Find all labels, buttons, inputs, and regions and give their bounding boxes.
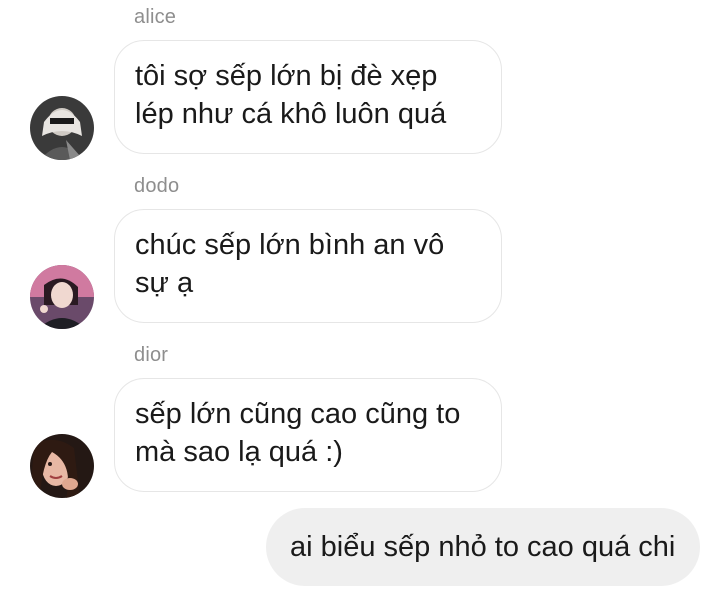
avatar[interactable] xyxy=(30,96,94,160)
own-message-bubble[interactable]: ai biểu sếp nhỏ to cao quá chi xyxy=(266,508,700,586)
chat-thread: alice tôi sợ sếp lớn bị đè xẹp lép như c… xyxy=(0,0,720,598)
sender-name: alice xyxy=(134,6,177,28)
avatar[interactable] xyxy=(30,265,94,329)
message-bubble[interactable]: chúc sếp lớn bình an vô sự ạ xyxy=(114,209,502,323)
avatar[interactable] xyxy=(30,434,94,498)
avatar-photo-icon xyxy=(30,265,94,329)
avatar-photo-icon xyxy=(30,96,94,160)
message-bubble[interactable]: sếp lớn cũng cao cũng to mà sao lạ quá :… xyxy=(114,378,502,492)
sender-name: dodo xyxy=(134,175,180,197)
sender-name: dior xyxy=(134,344,169,366)
avatar-photo-icon xyxy=(30,434,94,498)
message-bubble[interactable]: tôi sợ sếp lớn bị đè xẹp lép như cá khô … xyxy=(114,40,502,154)
